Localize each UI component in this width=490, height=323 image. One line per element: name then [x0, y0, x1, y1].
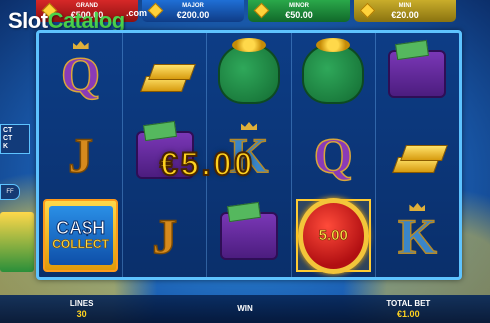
symbol-k: K: [376, 195, 459, 276]
wallet-icon: [220, 211, 278, 260]
cash-collect-line2: COLLECT: [52, 237, 109, 252]
symbol-cash-collect: CA$H COLLECT: [39, 195, 122, 276]
win-stat: WIN: [163, 295, 326, 323]
symbol-q: Q: [313, 126, 353, 183]
symbol-wallet: [207, 195, 290, 276]
gem-icon: [253, 2, 270, 19]
gem-icon: [147, 2, 164, 19]
gold-bars-icon: [137, 54, 196, 94]
jackpot-label: MINI: [398, 2, 412, 9]
symbol-q: Q: [39, 33, 122, 114]
money-bag-icon: [218, 37, 280, 104]
jackpot-value: €20.00: [391, 9, 419, 20]
side-badge: CT CT K: [0, 124, 30, 154]
win-amount-overlay: €5.00: [159, 145, 256, 183]
jackpot-value: €200.00: [176, 9, 210, 20]
cash-collect-tile: CA$H COLLECT: [43, 199, 119, 272]
crown-icon: [72, 41, 89, 49]
symbol-money-bag: [292, 33, 375, 114]
side-feature-panel[interactable]: CT CT K: [0, 124, 30, 154]
symbol-money-bag: [207, 33, 290, 114]
symbol-coin: 5.00: [292, 195, 375, 276]
watermark-suffix: .com: [126, 8, 148, 18]
total-bet-value: €1.00: [397, 308, 420, 319]
symbol-gold-bars: [376, 114, 459, 195]
lines-value: 30: [76, 308, 87, 319]
lines-stat: LINES 30: [0, 295, 163, 323]
crown-icon: [409, 203, 426, 211]
jackpot-value: €50.00: [285, 9, 313, 20]
jackpot-minor: MINOR €50.00: [248, 0, 350, 22]
reel-4: Q 5.00: [292, 33, 376, 277]
wallet-icon: [388, 49, 447, 98]
symbol-gold-bars: [123, 33, 206, 114]
symbol-wallet: [376, 33, 459, 114]
total-bet-label: TOTAL BET: [386, 298, 431, 308]
reel-1: Q J CA$H COLLECT: [39, 33, 124, 277]
jackpot-label: MAJOR: [182, 2, 204, 9]
total-bet-stat[interactable]: TOTAL BET €1.00: [327, 295, 490, 323]
fast-forward-button[interactable]: FF: [0, 184, 20, 200]
coin-highlight: 5.00: [295, 197, 371, 274]
jackpot-mini: MINI €20.00: [354, 0, 456, 22]
bottom-bar: LINES 30 WIN TOTAL BET €1.00: [0, 295, 490, 323]
crown-icon: [241, 122, 257, 130]
gold-bars-icon: [389, 135, 449, 175]
lines-label: LINES: [69, 298, 94, 308]
coin-icon: 5.00: [297, 197, 369, 274]
symbol-j: J: [152, 207, 179, 264]
coin-value: 5.00: [318, 227, 348, 245]
symbol-j: J: [67, 126, 94, 183]
money-bag-icon: [302, 37, 365, 104]
jackpot-label: MINOR: [289, 2, 309, 9]
reel-5: K: [376, 33, 459, 277]
gem-icon: [359, 2, 376, 19]
jackpot-major: MAJOR €200.00: [142, 0, 244, 22]
side-game-logo: [0, 212, 34, 272]
win-label: WIN: [237, 304, 253, 313]
cash-collect-line1: CA$H: [56, 218, 106, 239]
